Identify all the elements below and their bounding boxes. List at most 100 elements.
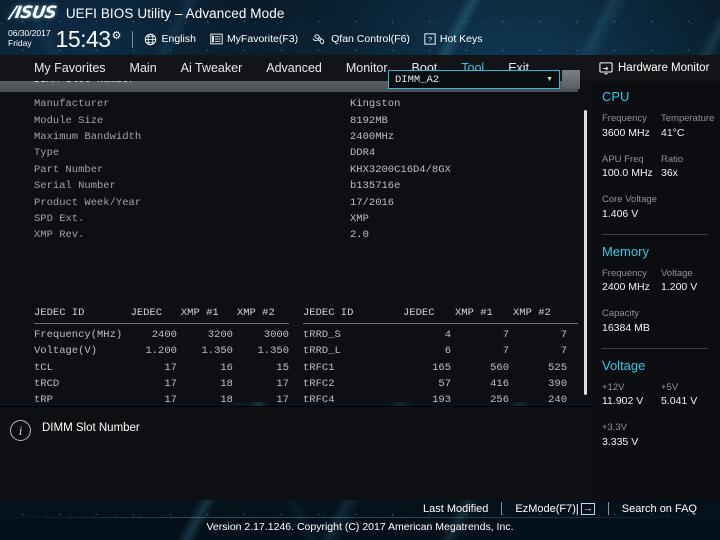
field-value: 8192MB: [350, 114, 388, 127]
search-on-faq-button[interactable]: Search on FAQ: [609, 503, 710, 515]
divider: [602, 233, 708, 235]
field-value: KHX3200C16D4/8GX: [350, 163, 451, 176]
header-brand: /ISUS UEFI BIOS Utility – Advanced Mode: [8, 3, 285, 23]
dropdown-side-button[interactable]: [562, 70, 580, 89]
cell: 525: [548, 361, 567, 374]
dimm-slot-value: DIMM_A2: [395, 73, 440, 86]
metric-label: Capacity: [602, 308, 639, 320]
table-row: tRFC1 165 560 525: [303, 360, 578, 376]
metric-label: Frequency: [602, 113, 647, 124]
field-key: Module Size: [34, 114, 104, 127]
metric-value: 36x: [661, 167, 678, 180]
cell: 7: [560, 329, 567, 342]
cell: 18: [220, 378, 233, 391]
hotkeys-button[interactable]: ? Hot Keys: [424, 33, 483, 45]
ezmode-button[interactable]: EzMode(F7)| →: [502, 502, 607, 515]
section-title-cpu: CPU: [602, 89, 630, 104]
table-row: tRP 17 18 17: [34, 392, 289, 402]
cell: 193: [432, 394, 451, 402]
current-day: Friday: [8, 38, 32, 48]
timing-table-left: JEDEC ID JEDEC XMP #1 XMP #2 Frequency(M…: [0, 304, 289, 402]
section-title-voltage: Voltage: [602, 357, 646, 373]
field-key: SPD Ext.: [34, 212, 85, 225]
metric-pair: Capacity 16384 MB: [602, 307, 720, 337]
tab-advanced[interactable]: Advanced: [254, 55, 334, 81]
cell: tRCD: [34, 378, 60, 391]
qfan-control-button[interactable]: Qfan Control(F6): [312, 33, 410, 45]
metric-pair: Core Voltage 1.406 V: [602, 193, 720, 223]
field-key: Maximum Bandwidth: [34, 130, 142, 143]
page-title: UEFI BIOS Utility – Advanced Mode: [65, 5, 285, 21]
field-value: 2400MHz: [350, 130, 395, 143]
cell: 7: [502, 329, 509, 342]
myfavorite-label: MyFavorite(F3): [226, 33, 299, 45]
info-panel-text: DIMM Slot Number: [42, 422, 140, 434]
list-item: Maximum Bandwidth 2400MHz: [0, 129, 578, 145]
metric-value: 16384 MB: [602, 321, 650, 334]
gear-icon[interactable]: ⚙: [112, 29, 122, 42]
metric-label: Frequency: [602, 267, 647, 279]
footer-links: Last Modified EzMode(F7)| → Search on FA…: [410, 502, 710, 515]
field-key: Type: [34, 147, 60, 160]
dimm-slot-dropdown[interactable]: DIMM_A2 ▼: [388, 70, 560, 89]
cell: tRRD_S: [303, 329, 341, 342]
cell: tRFC4: [303, 394, 335, 402]
table-row: tRFC2 57 416 390: [303, 376, 578, 392]
divider: [34, 323, 289, 324]
cell: Voltage(V): [34, 345, 98, 358]
cell: tRRD_L: [303, 345, 341, 358]
main-content: DIMM Slot Number Manufacturer Kingston M…: [0, 72, 592, 402]
ezmode-label: EzMode(F7)|: [515, 502, 579, 515]
divider: [303, 323, 578, 324]
current-time: 15:43: [55, 25, 112, 52]
tab-my-favorites[interactable]: My Favorites: [22, 55, 118, 81]
cell: 17: [276, 394, 289, 402]
cell: 416: [490, 378, 509, 391]
hardware-monitor-header: Hardware Monitor: [592, 55, 720, 81]
cell: 240: [548, 394, 567, 402]
hardware-monitor-title: Hardware Monitor: [618, 62, 710, 74]
column-header: JEDEC ID: [303, 306, 354, 319]
metric-value: 1.200 V: [661, 281, 698, 294]
cell: 7: [560, 345, 567, 358]
info-panel: i DIMM Slot Number: [0, 406, 592, 500]
cell: 256: [490, 394, 509, 402]
tab-ai-tweaker[interactable]: Ai Tweaker: [169, 55, 255, 81]
cell: tRP: [34, 394, 53, 402]
globe-icon: [145, 33, 157, 45]
field-value: XMP: [350, 212, 369, 225]
metric-label: Ratio: [661, 153, 684, 165]
svg-text:?: ?: [428, 35, 432, 44]
field-key: Part Number: [34, 163, 104, 176]
field-value: b135716e: [350, 180, 401, 193]
cell: 1.350: [257, 345, 289, 358]
cell: 1.200: [145, 345, 177, 358]
metric-label: Core Voltage: [602, 194, 657, 206]
metric-value: 3600 MHz: [602, 126, 650, 139]
cell: 2400: [151, 329, 177, 342]
last-modified-button[interactable]: Last Modified: [410, 503, 501, 515]
field-key: Serial Number: [34, 180, 116, 193]
metric-value: 2400 MHz: [602, 281, 650, 294]
myfavorite-button[interactable]: MyFavorite(F3): [210, 33, 298, 45]
tab-main[interactable]: Main: [118, 55, 169, 81]
list-item: Serial Number b135716e: [0, 178, 578, 194]
chevron-down-icon: ▼: [546, 76, 553, 83]
metric-value: 100.0 MHz: [602, 167, 653, 180]
field-value: Kingston: [350, 98, 401, 111]
content-scrollbar[interactable]: [584, 110, 587, 395]
metric-pair: +3.3V 3.335 V: [602, 421, 720, 451]
bios-window: /ISUS UEFI BIOS Utility – Advanced Mode …: [0, 0, 720, 540]
hotkeys-label: Hot Keys: [439, 33, 483, 45]
field-key: XMP Rev.: [34, 229, 85, 242]
section-title-memory: Memory: [602, 243, 649, 259]
table-row: Voltage(V) 1.200 1.350 1.350: [34, 343, 289, 359]
metric-pair: APU Freq 100.0 MHz Ratio 36x: [602, 153, 720, 183]
cell: Frequency(MHz): [34, 329, 123, 342]
list-item: Part Number KHX3200C16D4/8GX: [0, 162, 578, 178]
spd-info-list: Manufacturer Kingston Module Size 8192MB…: [0, 96, 578, 244]
field-value: DDR4: [350, 147, 376, 160]
cell: 57: [438, 378, 451, 391]
language-button[interactable]: English: [144, 33, 196, 46]
table-row: tRCD 17 18 17: [34, 376, 289, 392]
